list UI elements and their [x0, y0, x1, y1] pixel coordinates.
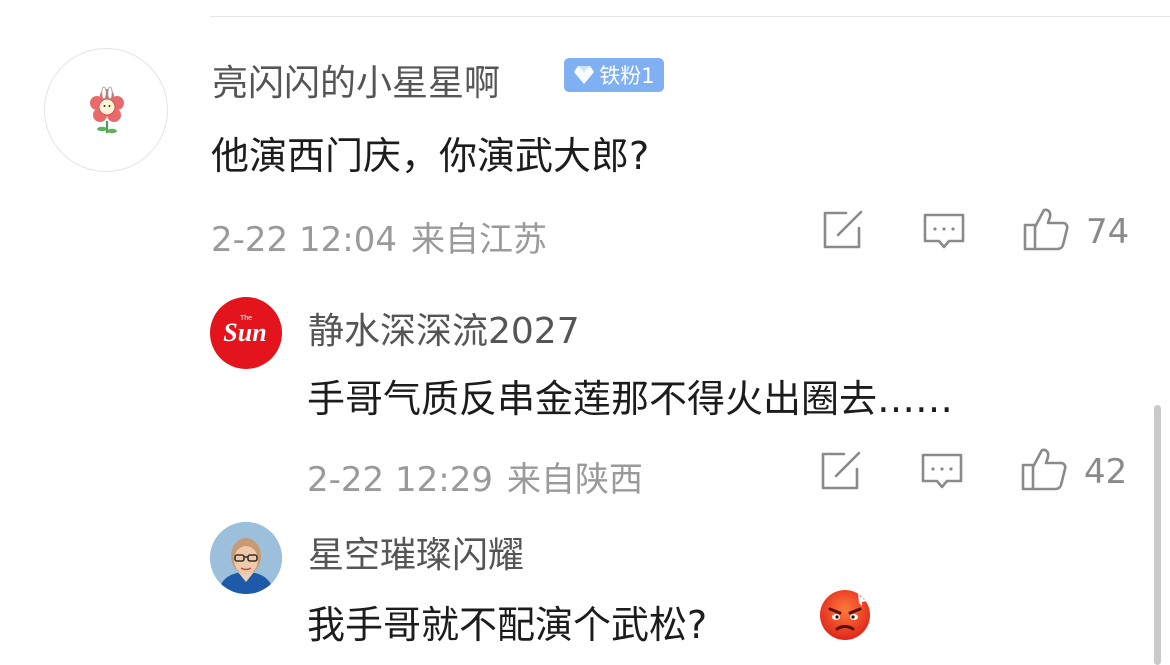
diamond-icon [574, 66, 595, 84]
top-divider [210, 16, 1170, 17]
share-icon [821, 451, 861, 490]
angry-face-emoji-icon [820, 590, 870, 640]
reply-location: 来自陕西 [506, 460, 643, 500]
thumbs-up-icon [1023, 208, 1069, 251]
share-button[interactable] [820, 451, 862, 491]
reply-text: 手哥气质反串金莲那不得火出圈去…… [307, 377, 954, 421]
like-button[interactable] [1020, 446, 1068, 492]
comment-button[interactable] [920, 452, 964, 492]
reply-meta: 2-22 12:29 来自陕西 [307, 452, 643, 501]
comment-icon [923, 213, 965, 249]
like-count: 42 [1084, 452, 1128, 492]
comment-date: 2-22 12:04 [211, 220, 397, 260]
share-button[interactable] [822, 210, 864, 250]
avatar[interactable]: The Sun [210, 297, 282, 369]
portrait-avatar-icon [210, 522, 282, 594]
scrollbar[interactable] [1154, 405, 1161, 665]
comment-username[interactable]: 亮闪闪的小星星啊 [212, 54, 500, 106]
avatar[interactable] [44, 48, 168, 172]
reply-text: 我手哥就不配演个武松? [307, 603, 708, 647]
sun-logo-text: Sun [223, 318, 266, 347]
like-button[interactable] [1022, 206, 1070, 252]
share-icon [823, 210, 863, 249]
comment-meta: 2-22 12:04 来自江苏 [211, 212, 547, 261]
comment-text: 他演西门庆，你演武大郎? [211, 134, 650, 178]
fan-badge[interactable]: 铁粉1 [564, 58, 664, 92]
flower-icon [90, 86, 124, 134]
comment-icon [921, 453, 963, 489]
reply-username[interactable]: 星空璀璨闪耀 [308, 526, 524, 578]
reply-date: 2-22 12:29 [307, 460, 493, 500]
comment-location: 来自江苏 [410, 220, 547, 260]
thumbs-up-icon [1021, 448, 1067, 491]
comment-button[interactable] [922, 212, 966, 252]
reply-username[interactable]: 静水深深流2027 [308, 302, 580, 354]
badge-label: 铁粉1 [599, 64, 655, 88]
like-count: 74 [1086, 212, 1130, 252]
avatar[interactable] [210, 522, 282, 594]
sun-logo-icon: The Sun [223, 315, 266, 347]
